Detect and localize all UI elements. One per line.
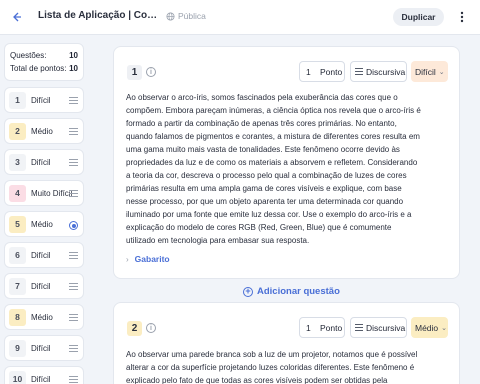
question-difficulty: Médio	[31, 219, 53, 229]
text-lines-icon	[355, 68, 363, 75]
sidebar-question-2[interactable]: 2 Médio	[4, 118, 84, 144]
question-number-badge: 2	[127, 321, 142, 336]
sidebar-question-7[interactable]: 7 Difícil	[4, 273, 84, 299]
answer-key-toggle[interactable]: › Gabarito	[126, 254, 170, 264]
sidebar-question-10[interactable]: 10 Difícil	[4, 366, 84, 384]
info-icon[interactable]: i	[146, 323, 156, 333]
plus-circle-icon: +	[243, 286, 253, 297]
question-difficulty: Difícil	[31, 343, 51, 353]
question-card-1: 1 i 1 Ponto Discursiva Difícil ⌄ Ao obse…	[113, 46, 460, 279]
drag-handle-icon[interactable]	[69, 97, 78, 104]
back-arrow-icon[interactable]	[9, 9, 25, 25]
sidebar-question-5[interactable]: 5 Médio	[4, 211, 84, 237]
question-number: 6	[9, 246, 26, 264]
question-difficulty: Difícil	[31, 250, 51, 260]
selected-radio-icon[interactable]	[69, 221, 78, 230]
question-type-select[interactable]: Discursiva	[350, 317, 407, 338]
question-difficulty: Difícil	[31, 95, 51, 105]
points-label: Ponto	[320, 322, 343, 333]
globe-icon	[166, 11, 175, 21]
summary-box: Questões: 10 Total de pontos: 10	[4, 43, 84, 81]
question-type-label: Discursiva	[366, 66, 406, 77]
difficulty-select[interactable]: Médio ⌄	[411, 317, 448, 338]
chevron-down-icon: ⌄	[441, 324, 448, 332]
question-number: 10	[9, 370, 26, 384]
points-label: Ponto	[320, 66, 343, 77]
question-difficulty: Difícil	[31, 281, 51, 291]
question-difficulty: Difícil	[31, 157, 51, 167]
question-difficulty: Médio	[31, 312, 53, 322]
question-card-2: 2 i 1 Ponto Discursiva Médio ⌄ Ao observ…	[113, 302, 460, 384]
question-number-badge: 1	[127, 65, 142, 80]
questions-count-value: 10	[69, 51, 78, 60]
sidebar-question-9[interactable]: 9 Difícil	[4, 335, 84, 361]
question-difficulty: Médio	[31, 126, 53, 136]
chevron-down-icon: ⌄	[438, 68, 445, 76]
question-number: 7	[9, 277, 26, 295]
answer-key-label: Gabarito	[134, 254, 170, 264]
question-type-label: Discursiva	[366, 322, 406, 333]
text-lines-icon	[355, 324, 363, 331]
points-value: 1	[306, 66, 311, 77]
question-number: 5	[9, 215, 26, 233]
question-number: 9	[9, 339, 26, 357]
visibility-indicator[interactable]: Pública	[166, 11, 206, 21]
question-difficulty: Muito Difícil	[31, 188, 73, 198]
total-points-value: 10	[69, 64, 78, 73]
more-vertical-icon[interactable]	[456, 9, 468, 25]
sidebar-question-3[interactable]: 3 Difícil	[4, 149, 84, 175]
sidebar-question-1[interactable]: 1 Difícil	[4, 87, 84, 113]
difficulty-label: Médio	[415, 322, 439, 333]
question-number: 8	[9, 308, 26, 326]
drag-handle-icon[interactable]	[69, 252, 78, 259]
sidebar-question-8[interactable]: 8 Médio	[4, 304, 84, 330]
question-number: 3	[9, 153, 26, 171]
top-bar: Lista de Aplicação | Cores Primárias e S…	[0, 0, 480, 35]
drag-handle-icon[interactable]	[69, 190, 78, 197]
drag-handle-icon[interactable]	[69, 283, 78, 290]
difficulty-select[interactable]: Difícil ⌄	[411, 61, 448, 82]
points-value: 1	[306, 322, 311, 333]
question-number: 2	[9, 122, 26, 140]
question-text[interactable]: Ao observar o arco-íris, somos fascinado…	[126, 91, 422, 247]
drag-handle-icon[interactable]	[69, 128, 78, 135]
question-type-select[interactable]: Discursiva	[350, 61, 407, 82]
points-field[interactable]: 1 Ponto	[299, 317, 345, 338]
sidebar-question-4[interactable]: 4 Muito Difícil	[4, 180, 84, 206]
total-points-label: Total de pontos:	[10, 64, 67, 73]
page-title: Lista de Aplicação | Cores Primárias e S…	[38, 10, 160, 21]
difficulty-label: Difícil	[415, 66, 436, 77]
drag-handle-icon[interactable]	[69, 345, 78, 352]
questions-count-label: Questões:	[10, 51, 47, 60]
add-question-label: Adicionar questão	[257, 286, 340, 297]
duplicate-button[interactable]: Duplicar	[393, 8, 444, 26]
drag-handle-icon[interactable]	[69, 314, 78, 321]
visibility-label: Pública	[178, 11, 206, 21]
sidebar-question-6[interactable]: 6 Difícil	[4, 242, 84, 268]
question-number: 1	[9, 91, 26, 109]
info-icon[interactable]: i	[146, 67, 156, 77]
chevron-right-icon: ›	[126, 254, 129, 264]
points-field[interactable]: 1 Ponto	[299, 61, 345, 82]
question-difficulty: Difícil	[31, 374, 51, 384]
drag-handle-icon[interactable]	[69, 376, 78, 383]
question-number: 4	[9, 184, 26, 202]
question-text[interactable]: Ao observar uma parede branca sob a luz …	[126, 348, 422, 384]
add-question-button[interactable]: + Adicionar questão	[243, 286, 340, 297]
drag-handle-icon[interactable]	[69, 159, 78, 166]
question-sidebar: Questões: 10 Total de pontos: 10 1 Difícil…	[4, 43, 84, 384]
